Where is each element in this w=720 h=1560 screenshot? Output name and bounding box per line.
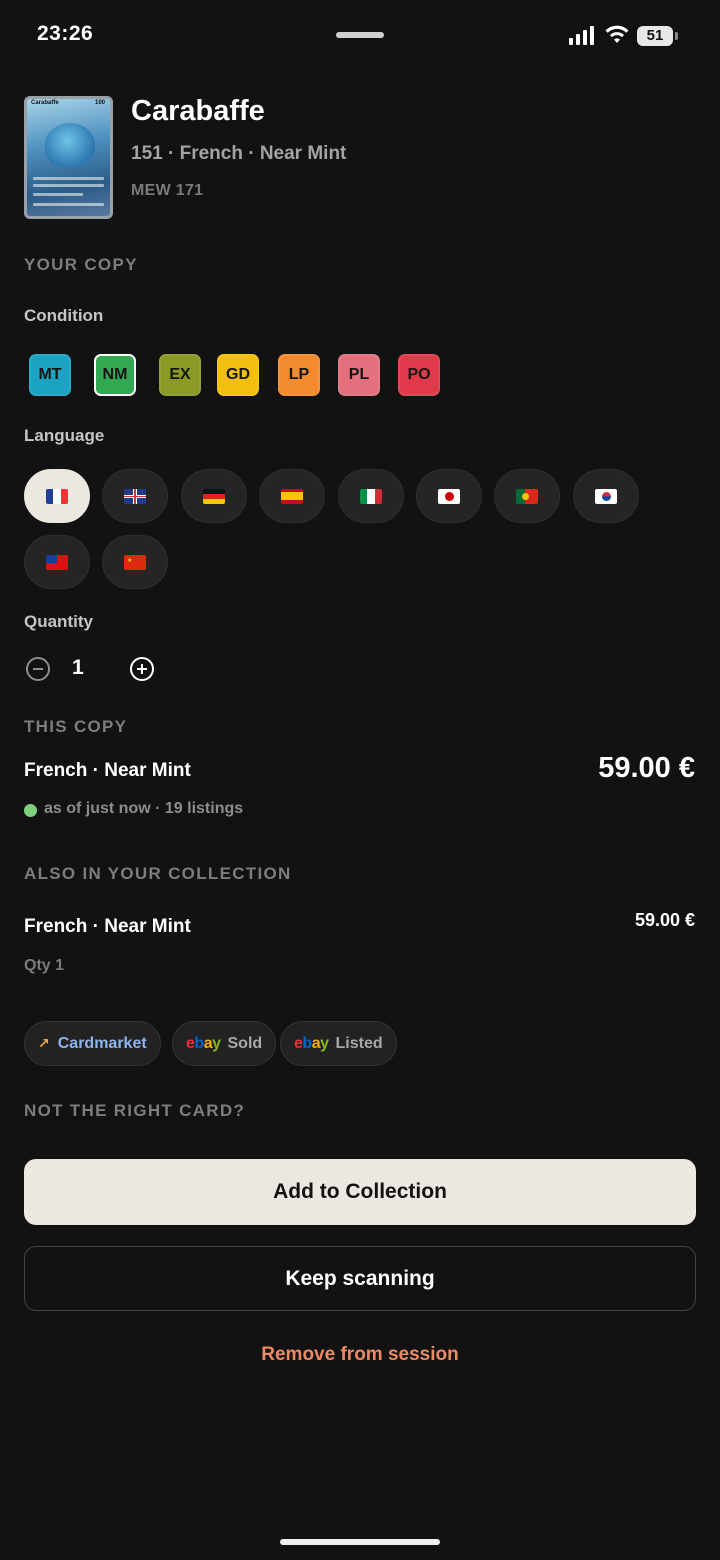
flag-cn-icon: ★ [124, 554, 146, 570]
language-label: Language [24, 426, 105, 445]
price-meta: as of just now · 19 listings [44, 800, 244, 817]
collection-item-qty: Qty 1 [24, 957, 65, 974]
add-to-collection-button[interactable]: Add to Collection [24, 1159, 696, 1225]
card-art [45, 123, 95, 167]
condition-chip-ex[interactable]: EX [159, 354, 201, 396]
quantity-label: Quantity [24, 612, 93, 631]
quantity-value: 1 [72, 656, 84, 679]
flag-tw-icon [46, 554, 68, 570]
language-option-es[interactable] [259, 469, 325, 523]
flag-kr-icon [595, 488, 617, 504]
condition-chip-pl[interactable]: PL [338, 354, 380, 396]
card-set-code: MEW 171 [131, 182, 204, 199]
flag-it-icon [360, 488, 382, 504]
language-option-pt[interactable] [494, 469, 560, 523]
language-option-cn[interactable]: ★ [102, 535, 168, 589]
condition-chip-lp[interactable]: LP [278, 354, 320, 396]
quantity-increase-button[interactable] [130, 657, 154, 681]
card-title: Carabaffe [131, 95, 265, 127]
section-your-copy: YOUR COPY [24, 255, 138, 274]
card-text-line [33, 203, 104, 206]
battery-icon: 51 [637, 26, 673, 46]
this-copy-price: 59.00 € [598, 752, 695, 784]
section-also-in-collection: ALSO IN YOUR COLLECTION [24, 864, 292, 883]
ebay-logo-icon: ebay [186, 1034, 221, 1052]
card-text-line [33, 193, 83, 196]
section-this-copy: THIS COPY [24, 717, 128, 736]
live-status-dot [24, 804, 37, 817]
ebay-listed-label: Listed [335, 1034, 383, 1052]
language-option-de[interactable] [181, 469, 247, 523]
signal-icon [568, 26, 594, 45]
not-right-card-link[interactable]: NOT THE RIGHT CARD? [24, 1101, 245, 1121]
card-text-line [33, 177, 104, 180]
language-option-tw[interactable] [24, 535, 90, 589]
language-option-gb[interactable] [102, 469, 168, 523]
ebay-listed-link[interactable]: ebay Listed [280, 1021, 397, 1066]
language-option-kr[interactable] [573, 469, 639, 523]
keep-scanning-button[interactable]: Keep scanning [24, 1246, 696, 1311]
card-text-line [33, 184, 104, 187]
condition-chip-gd[interactable]: GD [217, 354, 259, 396]
wifi-icon [605, 25, 629, 43]
condition-chip-nm[interactable]: NM [94, 354, 136, 396]
drag-handle[interactable] [336, 32, 384, 38]
ebay-logo-icon: ebay [294, 1034, 329, 1052]
card-thumb-name: Carabaffe [31, 100, 59, 106]
external-link-icon: ↗ [38, 1035, 50, 1051]
card-thumbnail[interactable]: Carabaffe 100 [24, 96, 113, 219]
card-thumb-hp: 100 [94, 100, 105, 106]
cardmarket-label: Cardmarket [57, 1034, 147, 1052]
flag-pt-icon [516, 488, 538, 504]
flag-jp-icon [438, 488, 460, 504]
language-option-it[interactable] [338, 469, 404, 523]
flag-fr-icon [46, 488, 68, 504]
condition-chip-po[interactable]: PO [398, 354, 440, 396]
collection-item-price: 59.00 € [634, 910, 695, 930]
language-option-fr[interactable] [24, 469, 90, 523]
condition-label: Condition [24, 306, 104, 325]
status-time: 23:26 [37, 22, 94, 45]
flag-gb-icon [124, 488, 146, 504]
flag-es-icon [281, 488, 303, 504]
status-bar: 23:26 51 [0, 0, 720, 72]
ebay-sold-label: Sold [227, 1034, 263, 1052]
ebay-sold-link[interactable]: ebay Sold [172, 1021, 277, 1066]
condition-chip-mt[interactable]: MT [29, 354, 71, 396]
this-copy-variant: French · Near Mint [24, 760, 191, 781]
language-option-jp[interactable] [416, 469, 482, 523]
home-indicator[interactable] [280, 1539, 440, 1545]
battery-tip [675, 32, 678, 40]
quantity-decrease-button[interactable] [26, 657, 50, 681]
card-subtitle: 151 · French · Near Mint [131, 143, 347, 164]
cardmarket-link[interactable]: ↗ Cardmarket [24, 1021, 161, 1066]
collection-item-variant[interactable]: French · Near Mint [24, 916, 191, 938]
flag-de-icon [203, 488, 225, 504]
remove-from-session-button[interactable]: Remove from session [0, 1344, 720, 1366]
